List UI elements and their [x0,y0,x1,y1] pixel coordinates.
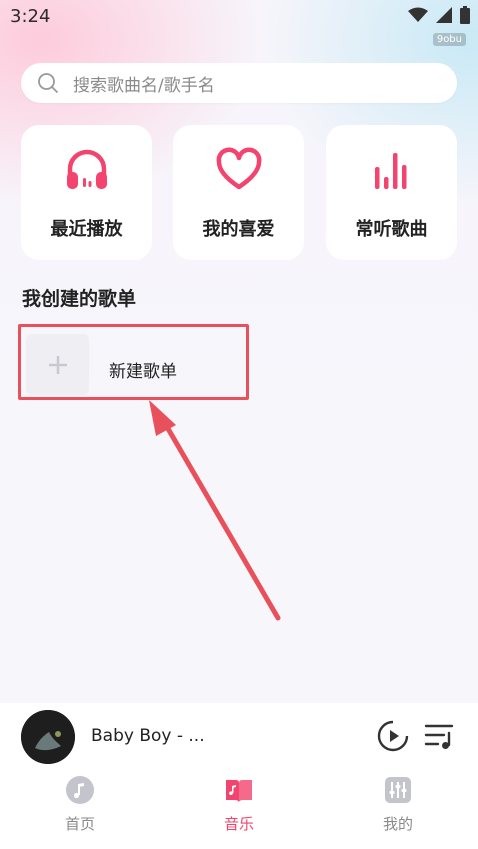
nav-mine[interactable]: 我的 [358,775,438,834]
nav-label: 我的 [382,815,413,833]
song-title[interactable]: Baby Boy - ... [91,726,205,746]
search-bar[interactable]: 搜索歌曲名/歌手名 [21,63,457,103]
card-recent-play[interactable]: 最近播放 [21,125,152,260]
music-note-icon [66,776,94,804]
plus-box [26,334,89,395]
book-icon [226,780,252,802]
bars-icon [374,153,406,189]
heart-icon [216,147,261,190]
new-playlist-button[interactable]: 新建歌单 [18,324,249,400]
album-cover-icon [21,710,75,764]
section-title: 我创建的歌单 [22,288,137,310]
search-icon [38,73,58,93]
sliders-icon [385,777,411,803]
nav-home[interactable]: 首页 [40,775,120,834]
nav-label: 首页 [64,815,95,833]
album-art[interactable] [21,710,75,764]
status-time: 3:24 [10,6,51,27]
watermark-label: 9obu [432,33,466,46]
playlist-queue-button[interactable] [424,721,456,751]
nav-music[interactable]: 音乐 [199,775,279,834]
play-button[interactable] [377,720,409,752]
signal-icon [436,7,452,23]
status-icons [408,6,470,24]
status-bar: 3:24 9obu [0,0,478,46]
wifi-icon [408,7,428,22]
new-playlist-label: 新建歌单 [109,362,177,382]
nav-label: 音乐 [223,815,254,833]
headphones-icon [66,149,107,189]
quick-access-cards: 最近播放 我的喜爱 常听歌曲 [21,125,457,260]
mini-player: Baby Boy - ... 首页 音乐 我的 [0,703,478,849]
plus-icon [48,355,67,374]
card-label: 我的喜爱 [202,219,275,240]
card-label: 最近播放 [50,219,123,240]
card-frequent-songs[interactable]: 常听歌曲 [326,125,457,260]
battery-icon [460,6,470,24]
card-favorites[interactable]: 我的喜爱 [173,125,304,260]
bottom-nav: 首页 音乐 我的 [0,771,478,849]
search-placeholder: 搜索歌曲名/歌手名 [73,75,215,96]
card-label: 常听歌曲 [355,219,428,240]
